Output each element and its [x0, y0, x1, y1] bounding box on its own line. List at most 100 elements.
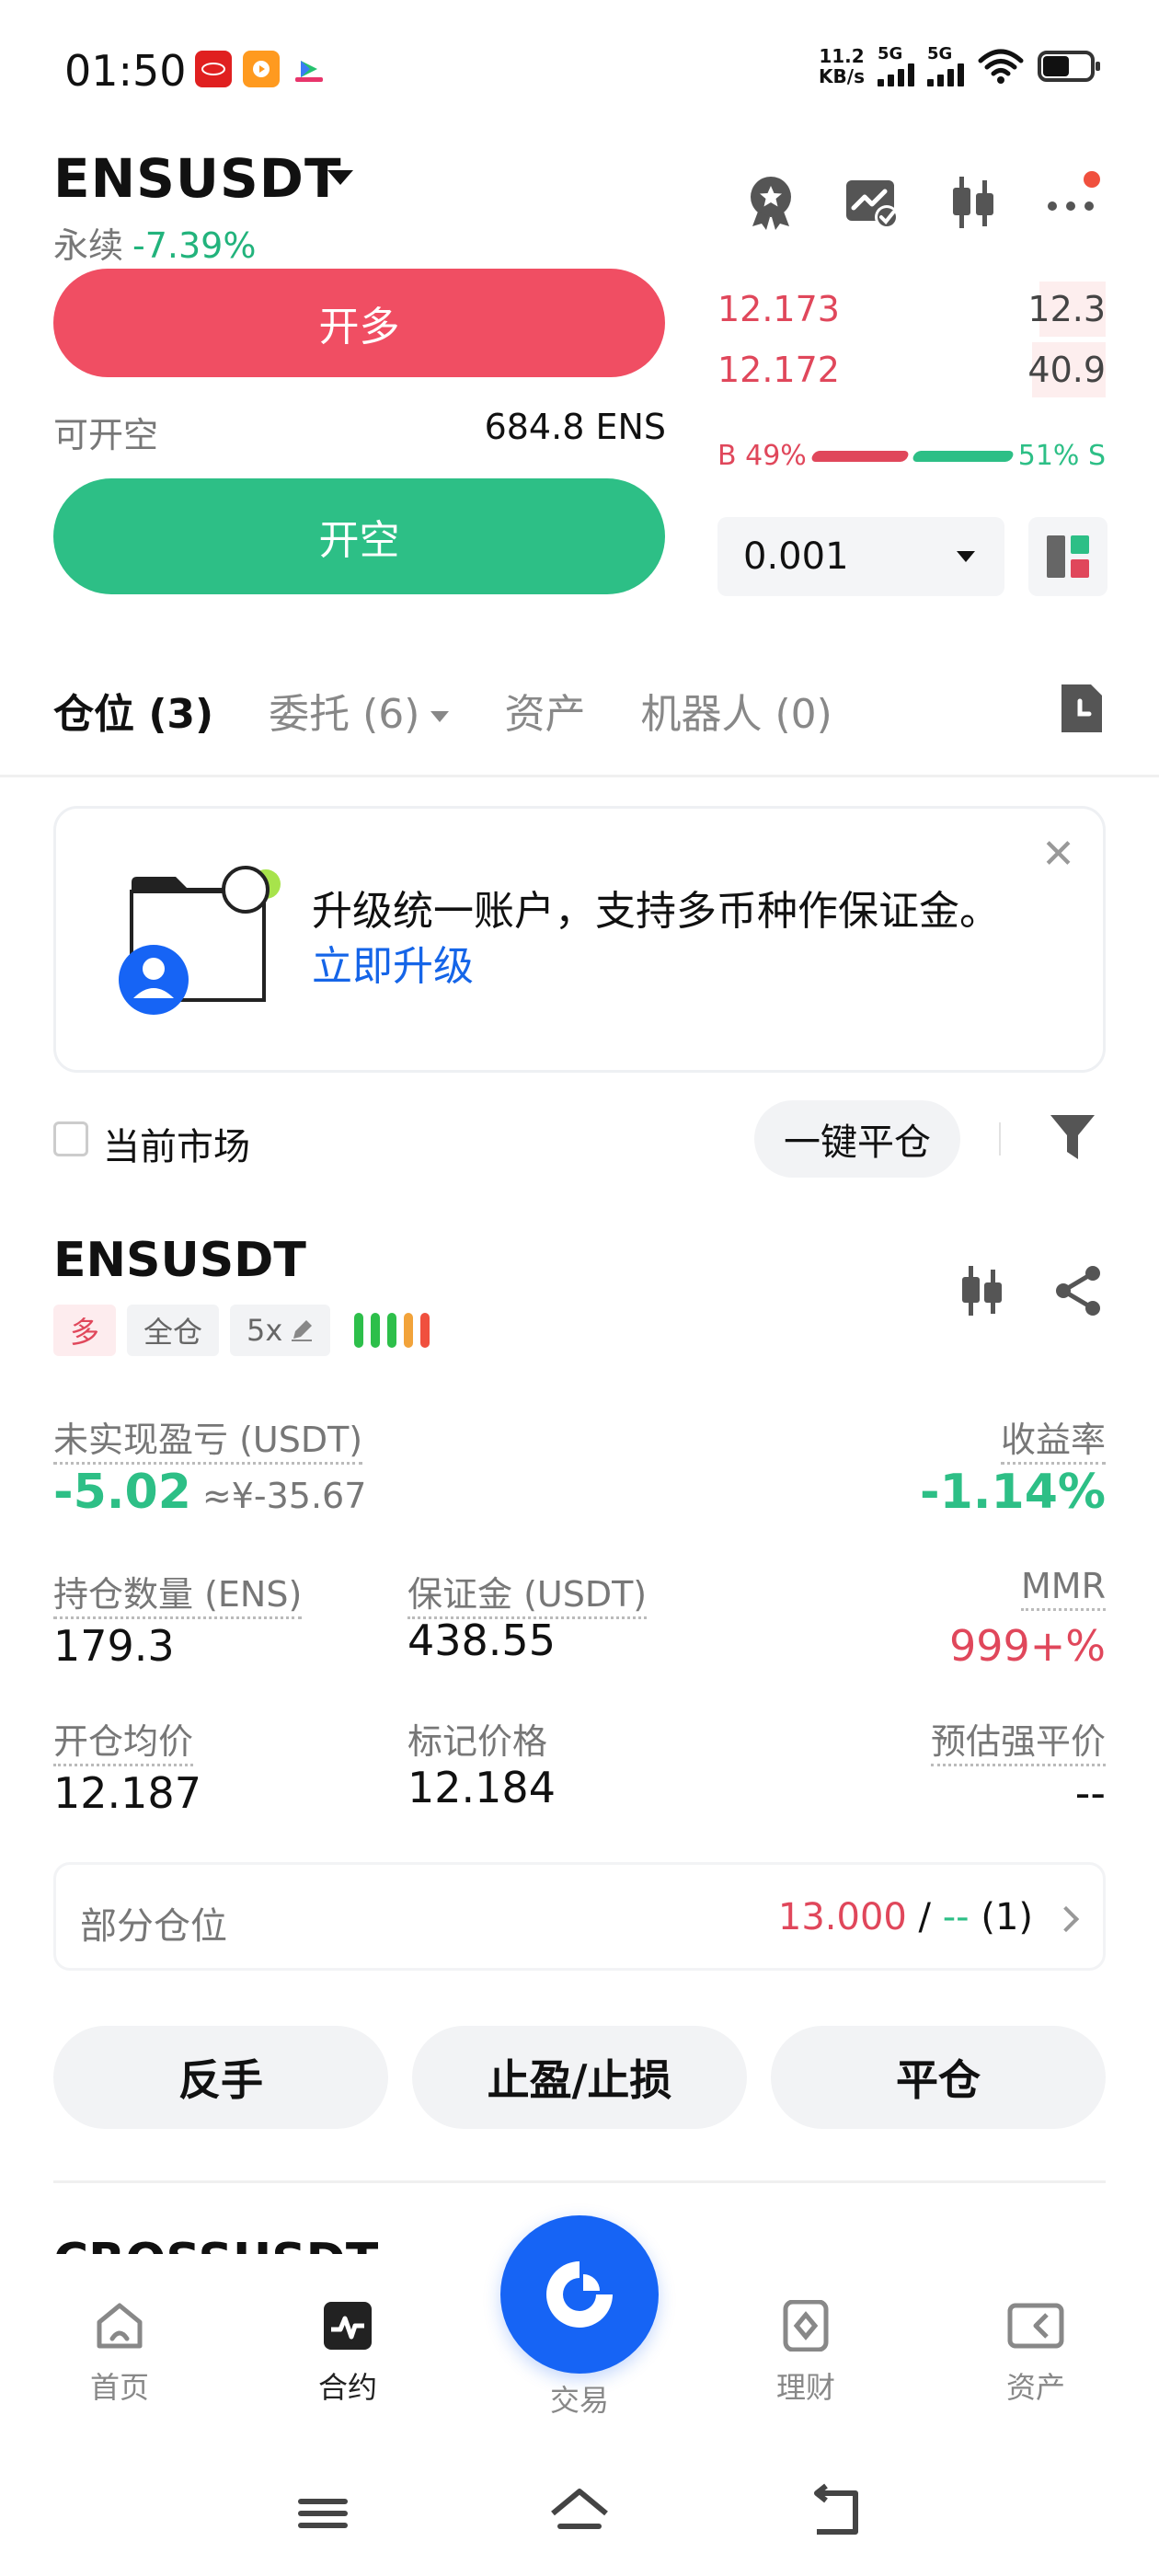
finance-icon — [783, 2300, 829, 2352]
notification-dot — [1084, 171, 1100, 188]
entry-price-label[interactable]: 开仓均价 — [53, 1713, 194, 1766]
unified-account-banner[interactable]: ✕ 升级统一账户，支持多币种作保证金。立即升级 — [53, 806, 1106, 1073]
banner-text: 升级统一账户，支持多币种作保证金。立即升级 — [312, 888, 1000, 990]
size-value: 179.3 — [53, 1621, 175, 1671]
position-symbol[interactable]: ENSUSDT — [53, 1233, 306, 1288]
video-app-icon — [243, 51, 280, 87]
chevron-down-icon — [430, 711, 450, 722]
roe-label[interactable]: 收益率 — [1000, 1411, 1106, 1465]
leverage-tag[interactable]: 5x — [230, 1305, 331, 1356]
chart-edit-icon[interactable] — [841, 171, 903, 234]
available-short-label: 可开空 — [53, 415, 159, 455]
header-actions — [740, 171, 1106, 234]
ask-price: 12.172 — [717, 350, 840, 390]
more-icon[interactable] — [1043, 171, 1106, 234]
tab-orders[interactable]: 委托 (6) — [269, 681, 450, 740]
orderbook-layout-icon — [1047, 535, 1089, 578]
byd-app-icon — [195, 51, 232, 87]
ask-price: 12.173 — [717, 289, 840, 329]
reverse-button[interactable]: 反手 — [53, 2026, 388, 2129]
unrealized-pnl-cny: ≈¥-35.67 — [201, 1476, 367, 1516]
unrealized-pnl-label[interactable]: 未实现盈亏 (USDT) — [53, 1411, 363, 1465]
partial-position-row[interactable]: 部分仓位 13.000 / -- (1) — [53, 1862, 1106, 1971]
nav-finance[interactable]: 理财 — [732, 2300, 879, 2407]
chevron-down-icon — [957, 551, 975, 562]
market-type: 永续 — [53, 225, 124, 266]
nav-assets[interactable]: 资产 — [962, 2300, 1109, 2407]
filter-icon[interactable] — [1049, 1111, 1096, 1163]
orderbook-layout-button[interactable] — [1028, 517, 1107, 596]
side-tag: 多 — [53, 1305, 117, 1356]
open-long-button[interactable]: 开多 — [53, 269, 665, 377]
candlestick-icon[interactable] — [955, 1264, 1008, 1317]
sell-ratio-bar — [911, 450, 1015, 462]
chevron-right-icon — [1052, 1905, 1080, 1933]
trade-icon — [546, 2261, 613, 2328]
current-market-checkbox[interactable] — [53, 1121, 88, 1156]
nav-contract[interactable]: 合约 — [274, 2300, 421, 2407]
margin-label[interactable]: 保证金 (USDT) — [407, 1566, 648, 1619]
menu-icon[interactable] — [291, 2480, 355, 2545]
buy-ratio: B 49% — [717, 440, 807, 472]
liq-price-value: -- — [1074, 1768, 1106, 1818]
liq-price-label[interactable]: 预估强平价 — [930, 1713, 1106, 1766]
close-icon[interactable]: ✕ — [1041, 831, 1075, 878]
nav-home[interactable]: 首页 — [46, 2300, 193, 2407]
wifi-icon — [978, 49, 1024, 84]
contract-icon — [324, 2302, 372, 2350]
history-icon[interactable] — [1058, 681, 1106, 736]
mmr-label[interactable]: MMR — [1021, 1566, 1106, 1611]
ask-qty: 40.9 — [1027, 350, 1106, 390]
signal-sim2-icon: 5G — [927, 46, 964, 86]
close-position-button[interactable]: 平仓 — [771, 2026, 1106, 2129]
close-all-button[interactable]: 一键平仓 — [754, 1100, 960, 1178]
status-time: 01:50 — [64, 46, 187, 96]
position-tags: 多 全仓 5x — [53, 1305, 430, 1356]
current-market-label[interactable]: 当前市场 — [103, 1117, 250, 1170]
size-label[interactable]: 持仓数量 (ENS) — [53, 1566, 303, 1619]
pair-title[interactable]: ENSUSDT — [53, 147, 342, 210]
account-upgrade-illustration — [119, 866, 281, 1015]
precision-value: 0.001 — [743, 535, 849, 578]
system-nav-bar — [0, 2447, 1159, 2576]
candlestick-icon[interactable] — [942, 171, 1004, 234]
buy-sell-ratio: B 49% 51% S — [717, 440, 1106, 472]
share-icon[interactable] — [1052, 1264, 1106, 1317]
net-speed: 11.2 KB/s — [819, 45, 865, 87]
sell-ratio: 51% S — [1017, 440, 1106, 472]
nav-trade-label[interactable]: 交易 — [500, 2377, 659, 2420]
open-short-button[interactable]: 开空 — [53, 478, 665, 594]
signal-sim1-icon: 5G — [878, 46, 914, 86]
tpsl-button[interactable]: 止盈/止损 — [412, 2026, 747, 2129]
tab-assets[interactable]: 资产 — [504, 681, 585, 740]
award-icon[interactable] — [740, 171, 802, 234]
position-divider — [53, 2180, 1106, 2183]
pair-dropdown-icon[interactable] — [327, 170, 353, 185]
status-right: 11.2 KB/s 5G 5G — [819, 45, 1100, 87]
home-icon — [97, 2303, 143, 2349]
trade-fab-button[interactable] — [500, 2215, 659, 2374]
tab-bots[interactable]: 机器人 (0) — [640, 681, 832, 740]
orderbook-ask-row[interactable]: 12.172 40.9 — [717, 342, 1106, 397]
mark-price-label: 标记价格 — [407, 1721, 548, 1762]
upgrade-link[interactable]: 立即升级 — [312, 943, 474, 990]
filter-divider — [999, 1122, 1001, 1156]
status-app-icons — [195, 51, 327, 87]
available-short-value: 684.8 ENS — [484, 407, 666, 447]
pair-subtitle: 永续 -7.39% — [53, 217, 256, 268]
back-icon[interactable] — [804, 2480, 868, 2545]
unrealized-pnl-value: -5.02 — [53, 1465, 191, 1520]
system-home-icon[interactable] — [547, 2480, 612, 2545]
partial-position-label: 部分仓位 — [80, 1905, 227, 1948]
tabs-divider — [0, 775, 1159, 777]
orderbook-ask-row[interactable]: 12.173 12.3 — [717, 282, 1106, 337]
precision-select[interactable]: 0.001 — [717, 517, 1004, 596]
battery-icon — [1038, 51, 1100, 82]
position-actions — [955, 1264, 1106, 1317]
buy-ratio-bar — [809, 450, 910, 462]
tab-positions[interactable]: 仓位 (3) — [53, 681, 213, 740]
entry-price-value: 12.187 — [53, 1768, 201, 1818]
shop-app-icon — [291, 51, 327, 87]
margin-mode-tag: 全仓 — [127, 1305, 220, 1356]
partial-position-value: 13.000 / -- (1) — [778, 1896, 1080, 1938]
